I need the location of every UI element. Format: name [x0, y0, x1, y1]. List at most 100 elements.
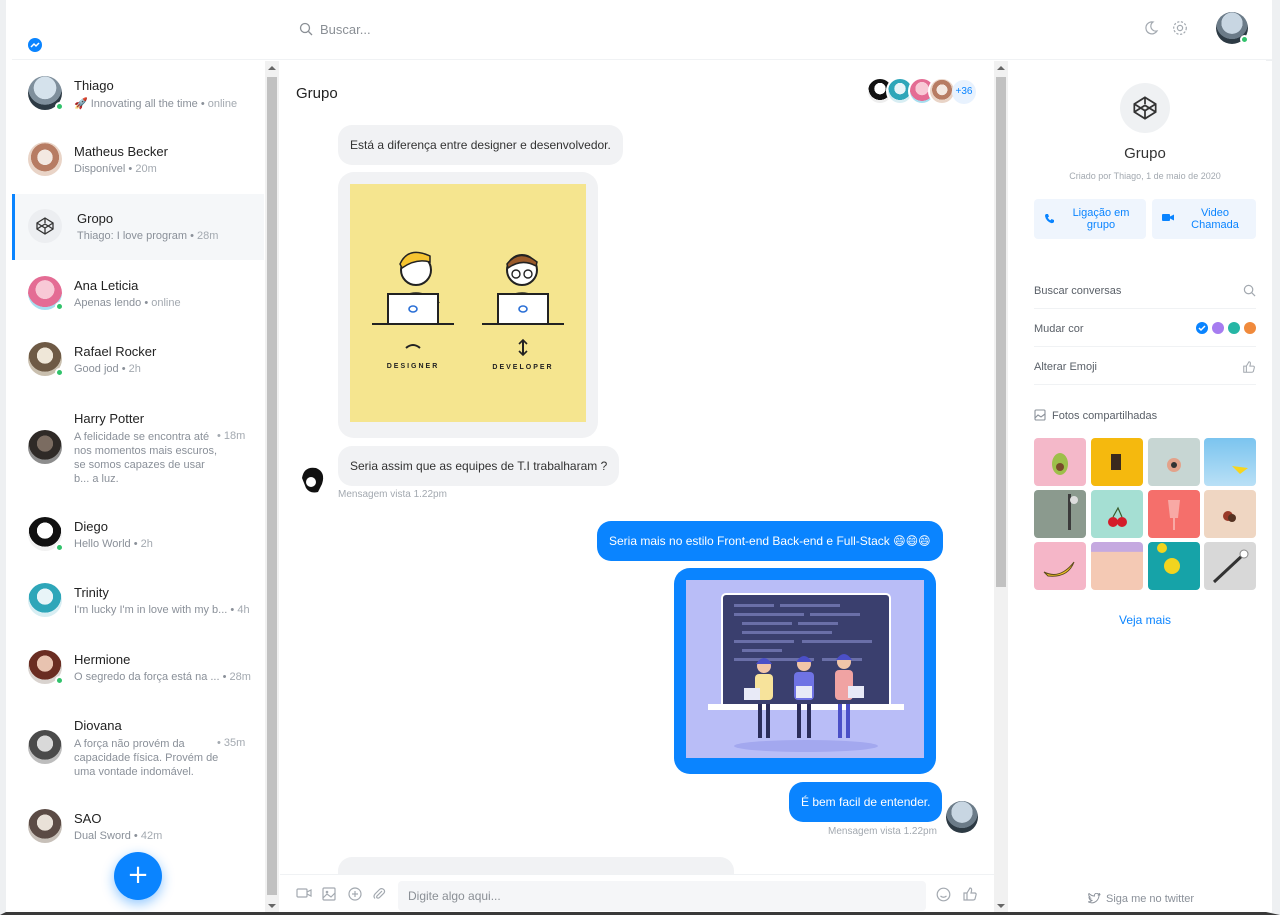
contact-status: Thiago: I love program • 28m [77, 230, 219, 242]
change-emoji-option[interactable]: Alterar Emoji [1034, 347, 1256, 385]
contact-list-scrollbar[interactable] [265, 61, 279, 912]
contact-status: Disponível • 20m [74, 163, 157, 175]
contact-name: Harry Potter [74, 411, 145, 426]
color-swatch[interactable] [1228, 322, 1240, 334]
group-call-button[interactable]: Ligação em grupo [1034, 199, 1146, 239]
contact-name: Diovana [74, 718, 122, 733]
avatar [28, 76, 64, 111]
designer-label: DESIGNER [387, 363, 440, 370]
contact-name: SAO [74, 811, 102, 826]
shared-photo-thumbnail[interactable] [1204, 542, 1256, 590]
contact-name: Trinity [74, 585, 109, 600]
contact-item[interactable]: Trinity I'm lucky I'm in love with my b.… [12, 568, 264, 634]
scroll-down-arrow-icon[interactable] [997, 904, 1005, 908]
message-input[interactable] [398, 881, 926, 911]
contact-item[interactable]: Harry Potter A felicidade se encontra at… [12, 394, 264, 485]
contact-item[interactable]: Matheus Becker Disponível • 20m [12, 127, 264, 193]
contact-item[interactable]: SAO Dual Sword • 42m [12, 794, 264, 860]
video-camera-icon [1162, 214, 1174, 221]
color-swatch[interactable] [1212, 322, 1224, 334]
twitter-follow-link[interactable]: Siga me no twitter [1087, 892, 1194, 905]
avatar [28, 650, 64, 685]
contact-name: Matheus Becker [74, 144, 168, 159]
contact-status: 🚀 Innovating all the time • online [74, 98, 238, 110]
contact-name: Diego [74, 519, 108, 534]
avatar [28, 142, 62, 176]
online-indicator [55, 368, 64, 377]
user-avatar[interactable] [1216, 12, 1249, 44]
see-more-link[interactable]: Veja mais [1010, 613, 1280, 627]
contact-item[interactable]: Diovana A força não provém da capacidade… [12, 701, 264, 785]
online-indicator [1240, 35, 1249, 44]
shared-photo-thumbnail[interactable] [1091, 490, 1143, 538]
color-swatch[interactable] [1244, 322, 1256, 334]
attachment-icon[interactable] [372, 887, 386, 901]
group-avatar [1120, 83, 1170, 133]
scroll-down-arrow-icon[interactable] [268, 904, 276, 908]
emoji-icon[interactable] [936, 887, 951, 902]
shared-photos-heading: Fotos compartilhadas [1034, 409, 1157, 422]
contact-status: A felicidade se encontra até nos momento… [74, 431, 218, 485]
message-image-incoming[interactable]: DESIGNER DEVELOPER [338, 172, 598, 438]
codepen-icon [1133, 96, 1157, 120]
phone-icon [1045, 214, 1054, 224]
online-indicator [55, 102, 64, 111]
shared-photo-thumbnail[interactable] [1148, 438, 1200, 486]
team-coding-illustration [686, 580, 924, 758]
avatar [28, 342, 64, 377]
more-members-badge[interactable]: +36 [952, 80, 976, 104]
contact-item[interactable]: Ana Leticia Apenas lendo • online [12, 261, 264, 327]
shared-photo-thumbnail[interactable] [1091, 438, 1143, 486]
online-indicator [55, 676, 64, 685]
scroll-up-arrow-icon[interactable] [997, 66, 1005, 70]
shared-photo-thumbnail[interactable] [1148, 490, 1200, 538]
message-composer [280, 874, 994, 912]
contact-item[interactable]: Diego Hello World • 2h [12, 502, 264, 568]
shared-photo-thumbnail[interactable] [1034, 542, 1086, 590]
message-bubble-outgoing: Seria mais no estilo Front-end Back-end … [597, 521, 943, 561]
change-color-option[interactable]: Mudar cor [1034, 309, 1256, 347]
designer-developer-illustration: DESIGNER DEVELOPER [350, 184, 586, 422]
color-swatch-selected[interactable] [1196, 322, 1208, 334]
video-icon[interactable] [296, 887, 312, 899]
image-icon[interactable] [322, 887, 336, 901]
top-bar [12, 0, 1272, 60]
avatar [28, 430, 62, 464]
check-icon [1198, 325, 1206, 332]
contact-name: Ana Leticia [74, 278, 139, 293]
messenger-logo-icon[interactable] [28, 38, 42, 52]
shared-photo-thumbnail[interactable] [1148, 542, 1200, 590]
scrollbar-thumb[interactable] [996, 77, 1006, 587]
contact-time: • 18m [217, 430, 246, 442]
shared-photo-thumbnail[interactable] [1204, 490, 1256, 538]
contact-status: O segredo da força está na ... • 28m [74, 671, 251, 683]
message-image-outgoing[interactable] [674, 568, 936, 774]
chat-scrollbar[interactable] [994, 61, 1008, 912]
contact-item[interactable]: Thiago 🚀 Innovating all the time • onlin… [12, 61, 264, 127]
new-conversation-button[interactable]: + [114, 852, 162, 900]
shared-photo-thumbnail[interactable] [1034, 490, 1086, 538]
scroll-up-arrow-icon[interactable] [268, 66, 276, 70]
contact-item[interactable]: Rafael Rocker Good jod • 2h [12, 327, 264, 393]
photo-icon [1034, 409, 1046, 421]
search-conversations-option[interactable]: Buscar conversas [1034, 271, 1256, 309]
contact-item-active[interactable]: Gropo Thiago: I love program • 28m [12, 194, 264, 260]
shared-photo-thumbnail[interactable] [1204, 438, 1256, 486]
dark-mode-moon-icon[interactable] [1143, 20, 1159, 36]
thumbs-up-icon[interactable] [962, 886, 978, 902]
contact-item[interactable]: Hermione O segredo da força está na ... … [12, 635, 264, 701]
gear-icon[interactable] [1171, 19, 1189, 37]
video-call-button[interactable]: Video Chamada [1152, 199, 1256, 239]
scrollbar-thumb[interactable] [267, 77, 277, 895]
shared-photo-thumbnail[interactable] [1091, 542, 1143, 590]
search-icon [299, 22, 313, 36]
codepen-icon [36, 217, 54, 235]
message-bubble-outgoing: É bem facil de entender. [789, 782, 943, 822]
shared-photo-thumbnail[interactable] [1034, 438, 1086, 486]
contact-list: Thiago 🚀 Innovating all the time • onlin… [12, 61, 264, 912]
app-frame: Thiago 🚀 Innovating all the time • onlin… [0, 0, 1280, 915]
add-circle-icon[interactable] [348, 887, 362, 901]
search-input[interactable] [320, 19, 620, 39]
avatar [28, 809, 62, 843]
thumbs-up-icon [1243, 361, 1255, 373]
